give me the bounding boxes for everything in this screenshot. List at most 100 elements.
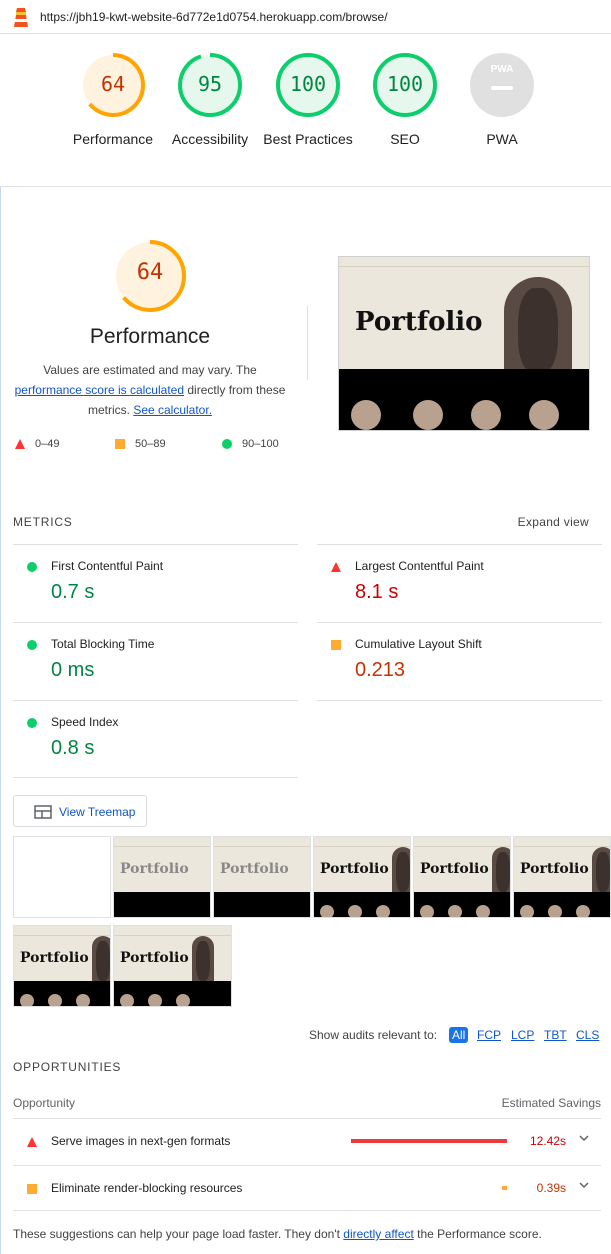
gauge-accessibility[interactable]: 95 Accessibility: [160, 52, 260, 149]
opportunity-label: Serve images in next-gen formats: [51, 1134, 231, 1148]
filmstrip-frame: [13, 836, 111, 918]
metric-value: 8.1 s: [355, 581, 399, 603]
screenshot-nav: [339, 257, 589, 267]
directly-affect-link[interactable]: directly affect: [343, 1227, 413, 1241]
opportunity-row[interactable]: Serve images in next-gen formats 12.42s: [13, 1118, 601, 1164]
square-icon: [115, 439, 125, 450]
metric-value: 0.8 s: [51, 737, 95, 759]
divider: [317, 700, 602, 701]
chevron-down-icon[interactable]: [579, 1135, 589, 1141]
label-pwa: PWA: [486, 131, 518, 147]
metric-label: Speed Index: [51, 715, 119, 729]
metric-tbt: Total Blocking Time 0 ms: [13, 622, 298, 700]
performance-description: Values are estimated and may vary. The p…: [10, 360, 290, 420]
legend-label: 0–49: [35, 438, 60, 450]
page-url[interactable]: https://jbh19-kwt-website-6d772e1d0754.h…: [40, 10, 388, 24]
filter-chip-fcp[interactable]: FCP: [474, 1027, 504, 1043]
label-accessibility: Accessibility: [171, 131, 249, 147]
legend-pass: 90–100: [222, 438, 279, 450]
score-calculated-link[interactable]: performance score is calculated: [15, 383, 184, 397]
metric-value: 0 ms: [51, 659, 95, 681]
pwa-badge-icon: [470, 53, 534, 117]
pass-circle-icon: [27, 718, 37, 728]
filmstrip-frame: Portfolio: [113, 836, 211, 918]
savings-bar: [351, 1139, 507, 1143]
opportunity-label: Eliminate render-blocking resources: [51, 1181, 243, 1195]
legend-average: 50–89: [115, 438, 166, 450]
gauge-best-practices[interactable]: 100 Best Practices: [258, 52, 358, 149]
frame-title: Portfolio: [120, 950, 189, 966]
gauge-pwa[interactable]: PWA PWA: [452, 52, 552, 149]
metric-label: Total Blocking Time: [51, 637, 155, 651]
frame-title: Portfolio: [420, 861, 489, 877]
metric-lcp: Largest Contentful Paint 8.1 s: [317, 544, 602, 622]
metric-speed-index: Speed Index 0.8 s: [13, 700, 298, 778]
fail-triangle-icon: [331, 562, 341, 572]
label-seo: SEO: [390, 131, 420, 147]
performance-title: Performance: [89, 325, 211, 348]
opportunities-header: OPPORTUNITIES: [13, 1060, 122, 1074]
score-accessibility: 95: [197, 72, 223, 96]
score-best-practices: 100: [289, 72, 327, 96]
pwa-badge-text: PWA: [490, 64, 514, 75]
legend-label: 50–89: [135, 438, 166, 450]
filter-chip-tbt[interactable]: TBT: [541, 1027, 570, 1043]
frame-title: Portfolio: [220, 861, 289, 877]
frame-title: Portfolio: [320, 861, 389, 877]
metric-value: 0.213: [355, 659, 406, 681]
metric-label: Cumulative Layout Shift: [355, 637, 482, 651]
label-performance: Performance: [72, 131, 154, 147]
col-estimated-savings: Estimated Savings: [501, 1096, 601, 1110]
savings-value: 12.42s: [529, 1134, 566, 1148]
lighthouse-icon: [14, 8, 28, 27]
average-square-icon: [331, 640, 341, 650]
metrics-header: METRICS: [13, 515, 73, 529]
filmstrip-frame: Portfolio: [113, 925, 232, 1007]
filter-chip-all[interactable]: All: [449, 1027, 469, 1043]
view-treemap-button[interactable]: View Treemap: [13, 795, 147, 827]
circle-icon: [222, 439, 232, 450]
filter-chip-lcp[interactable]: LCP: [508, 1027, 537, 1043]
filmstrip: Portfolio Portfolio Portfolio Portfolio: [13, 836, 611, 1008]
filmstrip-frame: Portfolio: [13, 925, 111, 1007]
gauge-seo[interactable]: 100 SEO: [355, 52, 455, 149]
metric-label: Largest Contentful Paint: [355, 559, 484, 573]
frame-title: Portfolio: [20, 950, 89, 966]
final-screenshot[interactable]: Portfolio: [338, 256, 590, 431]
score-performance: 64: [100, 72, 126, 96]
screenshot-image: Portfolio: [339, 257, 589, 430]
savings-bar: [502, 1186, 507, 1190]
metric-fcp: First Contentful Paint 0.7 s: [13, 544, 298, 622]
label-best-practices: Best Practices: [263, 131, 353, 147]
filter-chip-cls[interactable]: CLS: [573, 1027, 602, 1043]
pass-circle-icon: [27, 640, 37, 650]
score-seo: 100: [386, 72, 424, 96]
chevron-down-icon[interactable]: [579, 1182, 589, 1188]
divider: [307, 306, 308, 380]
performance-gauge: 64: [112, 238, 188, 314]
filmstrip-frame: Portfolio: [513, 836, 611, 918]
triangle-icon: [15, 439, 25, 450]
metric-cls: Cumulative Layout Shift 0.213: [317, 622, 602, 700]
url-bar: https://jbh19-kwt-website-6d772e1d0754.h…: [0, 0, 611, 34]
opportunities-columns: Opportunity Estimated Savings: [13, 1096, 601, 1110]
average-square-icon: [27, 1184, 37, 1194]
see-calculator-link[interactable]: See calculator.: [133, 403, 212, 417]
opportunity-row[interactable]: Eliminate render-blocking resources 0.39…: [13, 1165, 601, 1211]
screenshot-title: Portfolio: [355, 307, 483, 337]
filmstrip-frame: Portfolio: [313, 836, 411, 918]
expand-view-toggle[interactable]: Expand view: [518, 515, 589, 529]
legend-label: 90–100: [242, 438, 279, 450]
metric-label: First Contentful Paint: [51, 559, 164, 573]
category-gauges: 64 Performance 95 Accessibility 100 Best…: [0, 35, 611, 187]
gauge-performance[interactable]: 64 Performance: [63, 52, 163, 149]
audit-filter-label: Show audits relevant to:: [309, 1028, 438, 1042]
fail-triangle-icon: [27, 1137, 37, 1147]
savings-value: 0.39s: [536, 1181, 566, 1195]
filmstrip-frame: Portfolio: [213, 836, 311, 918]
legend-fail: 0–49: [15, 438, 59, 450]
divider: [13, 777, 298, 778]
opportunities-footer: These suggestions can help your page loa…: [13, 1227, 542, 1241]
view-treemap-label: View Treemap: [59, 805, 136, 819]
treemap-icon: [34, 805, 52, 819]
